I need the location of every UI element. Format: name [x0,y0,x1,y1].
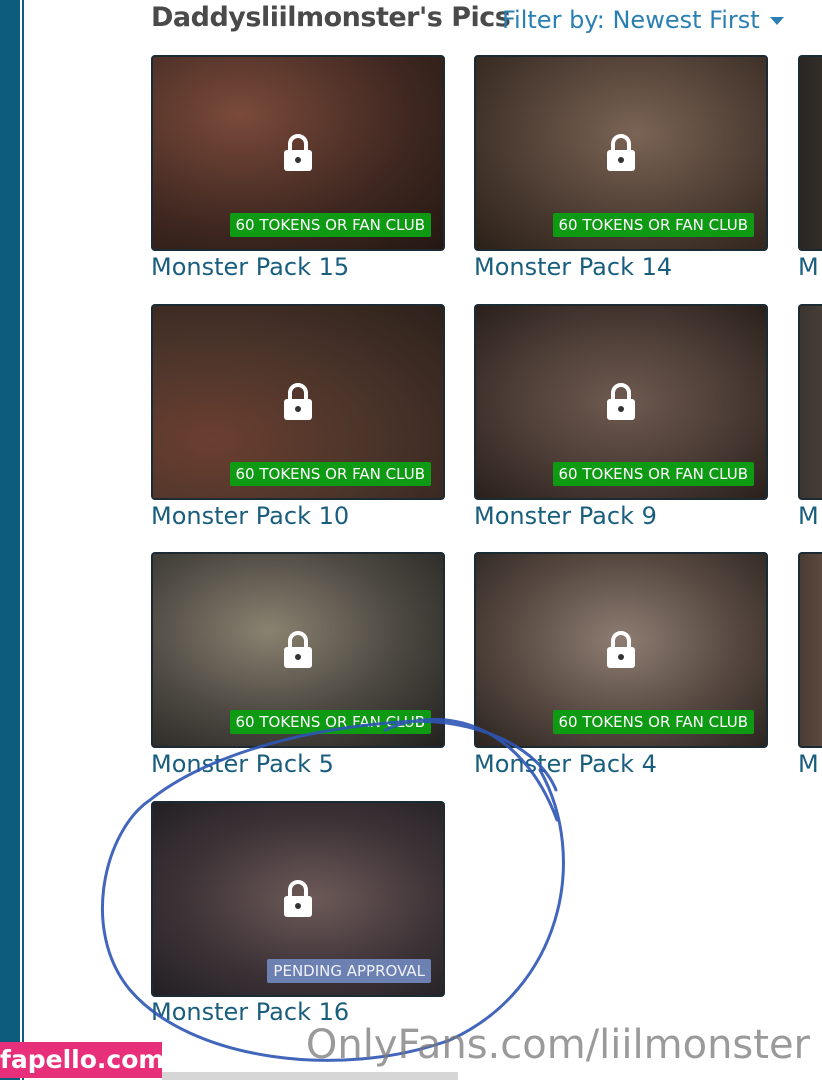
gallery-thumb-pack-14[interactable]: 60 TOKENS OR FAN CLUB [474,55,768,251]
item-title-link[interactable]: Monster Pack 4 [474,750,657,778]
gallery-thumb-pack-15[interactable]: 60 TOKENS OR FAN CLUB [151,55,445,251]
watermark: OnlyFans.com/liilmonster [305,1022,810,1068]
item-title-link[interactable]: Monster Pack 14 [474,253,672,281]
lock-icon [284,134,312,171]
item-title-link[interactable]: Monster Pack 15 [151,253,349,281]
gallery-thumb-pack-9[interactable]: 60 TOKENS OR FAN CLUB [474,304,768,500]
item-title-link[interactable]: M [798,502,819,530]
sidebar-edge [0,0,20,1080]
caret-down-icon [769,17,784,25]
item-title-link[interactable]: Monster Pack 5 [151,750,334,778]
gallery-thumb-pack-10[interactable]: 60 TOKENS OR FAN CLUB [151,304,445,500]
lock-icon [284,383,312,420]
filter-label: Filter by: Newest First [502,6,760,34]
lock-icon [607,383,635,420]
price-badge: 60 TOKENS OR FAN CLUB [229,213,431,237]
item-title-link[interactable]: Monster Pack 9 [474,502,657,530]
gallery-thumb-pack-4[interactable]: 60 TOKENS OR FAN CLUB [474,552,768,748]
gallery-thumb-pack-16[interactable]: PENDING APPROVAL [151,801,445,997]
gallery-thumb-partial[interactable] [798,55,822,251]
lock-icon [607,631,635,668]
lock-icon [284,880,312,917]
pending-badge: PENDING APPROVAL [267,959,431,983]
price-badge: 60 TOKENS OR FAN CLUB [229,710,431,734]
gallery-thumb-pack-5[interactable]: 60 TOKENS OR FAN CLUB [151,552,445,748]
price-badge: 60 TOKENS OR FAN CLUB [552,710,754,734]
gallery-thumb-partial[interactable] [798,304,822,500]
lock-icon [284,631,312,668]
price-badge: 60 TOKENS OR FAN CLUB [229,462,431,486]
item-title-link[interactable]: M [798,750,819,778]
filter-dropdown[interactable]: Filter by: Newest First [502,6,784,34]
price-badge: 60 TOKENS OR FAN CLUB [552,462,754,486]
price-badge: 60 TOKENS OR FAN CLUB [552,213,754,237]
sidebar-divider [22,0,24,1080]
lock-icon [607,134,635,171]
gallery-thumb-partial[interactable] [798,552,822,748]
page-title: Daddysliilmonster's Pics [151,2,511,33]
bottom-strip [162,1072,458,1080]
item-title-link[interactable]: Monster Pack 10 [151,502,349,530]
item-title-link[interactable]: M [798,253,819,281]
site-tag: fapello.com [0,1042,164,1078]
